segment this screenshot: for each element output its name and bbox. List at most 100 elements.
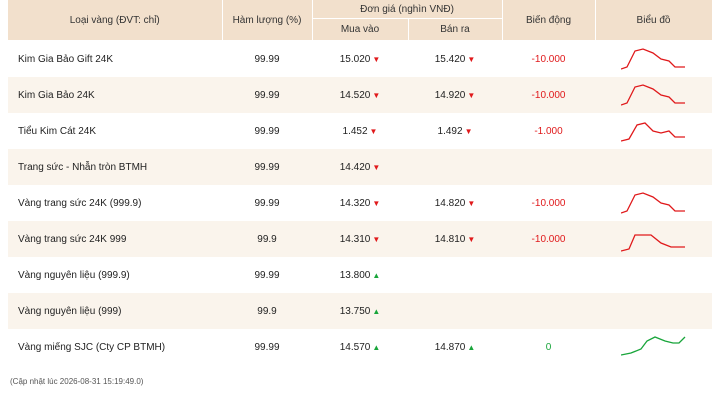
- header-purity: Hàm lượng (%): [222, 0, 313, 41]
- gold-type-label: Kim Gia Bảo Gift 24K: [18, 53, 114, 65]
- change-cell: -10.000: [502, 77, 596, 113]
- buy-price-cell: 15.020 ▼: [312, 40, 408, 77]
- sell-price-cell: 14.920 ▼: [408, 77, 503, 113]
- gold-type-cell: Vàng trang sức 24K (999.9): [8, 185, 222, 221]
- purity-value: 99.99: [254, 341, 280, 353]
- change-value: -10.000: [531, 53, 566, 65]
- purity-value: 99.9: [257, 305, 277, 317]
- arrow-down-icon: ▼: [467, 54, 476, 64]
- arrow-up-icon: ▲: [372, 306, 381, 316]
- sparkline-cell: [595, 257, 713, 293]
- purity-cell: 99.9: [222, 221, 312, 257]
- purity-value: 99.99: [254, 161, 280, 173]
- trend-line: [620, 336, 685, 356]
- trend-line: [620, 122, 685, 142]
- change-cell: -10.000: [502, 185, 596, 221]
- table-row: Vàng miếng SJC (Cty CP BTMH) 99.99 14.570 ▲…: [8, 329, 713, 365]
- last-updated: (Cập nhật lúc 2026-08-31 15:19:49.0): [10, 377, 144, 386]
- gold-type-label: Vàng nguyên liệu (999.9): [18, 269, 130, 281]
- arrow-down-icon: ▼: [467, 234, 476, 244]
- trend-line: [620, 234, 685, 252]
- header-gold-type: Loại vàng (ĐVT: chỉ): [8, 0, 223, 41]
- gold-type-cell: Vàng nguyên liệu (999): [8, 293, 222, 329]
- arrow-down-icon: ▼: [467, 198, 476, 208]
- table-row: Vàng trang sức 24K (999.9) 99.99 14.320 ▼ 14…: [8, 185, 713, 221]
- gold-type-label: Vàng miếng SJC (Cty CP BTMH): [18, 341, 166, 353]
- purity-cell: 99.99: [222, 149, 312, 185]
- gold-price-panel: Loại vàng (ĐVT: chỉ) Hàm lượng (%) Đơn g…: [8, 0, 713, 386]
- purity-cell: 99.99: [222, 257, 312, 293]
- purity-cell: 99.9: [222, 293, 312, 329]
- gold-type-label: Tiểu Kim Cát 24K: [18, 125, 96, 137]
- buy-price: 14.310: [339, 233, 371, 245]
- arrow-up-icon: ▲: [372, 270, 381, 280]
- sell-price-cell: 14.810 ▼: [408, 221, 503, 257]
- gold-type-cell: Vàng nguyên liệu (999.9): [8, 257, 222, 293]
- sell-price-cell: [408, 257, 503, 293]
- buy-price-cell: 14.310 ▼: [312, 221, 408, 257]
- purity-value: 99.9: [257, 233, 277, 245]
- purity-cell: 99.99: [222, 77, 312, 113]
- buy-price: 14.520: [339, 89, 371, 101]
- gold-type-cell: Kim Gia Bảo 24K: [8, 77, 222, 113]
- change-cell: -10.000: [502, 40, 596, 77]
- arrow-down-icon: ▼: [372, 90, 381, 100]
- gold-type-label: Trang sức - Nhẫn tròn BTMH: [18, 161, 148, 173]
- table-row: Tiểu Kim Cát 24K 99.99 1.452 ▼ 1.492 ▼ -1.000: [8, 113, 713, 149]
- table-row: Vàng nguyên liệu (999.9) 99.99 13.800 ▲: [8, 257, 713, 293]
- sparkline-cell: [595, 40, 713, 77]
- trend-sparkline: [620, 84, 685, 106]
- buy-price-cell: 14.570 ▲: [312, 329, 408, 365]
- purity-cell: 99.99: [222, 329, 312, 365]
- gold-type-label: Kim Gia Bảo 24K: [18, 89, 95, 101]
- trend-sparkline: [620, 122, 685, 142]
- buy-price: 13.750: [339, 305, 371, 317]
- change-value: -1.000: [534, 125, 563, 137]
- purity-cell: 99.99: [222, 185, 312, 221]
- sparkline-cell: [595, 293, 713, 329]
- sparkline-cell: [595, 221, 713, 257]
- purity-value: 99.99: [254, 269, 280, 281]
- purity-value: 99.99: [254, 89, 280, 101]
- trend-line: [620, 48, 685, 70]
- header-unit-price: Đơn giá (nghìn VNĐ): [312, 0, 503, 19]
- buy-price: 15.020: [339, 53, 371, 65]
- header-chart: Biểu đồ: [595, 0, 713, 41]
- arrow-up-icon: ▲: [372, 342, 381, 352]
- change-cell: [502, 149, 596, 185]
- change-cell: [502, 293, 596, 329]
- purity-value: 99.99: [254, 197, 280, 209]
- gold-type-cell: Vàng trang sức 24K 999: [8, 221, 222, 257]
- price-rows: Kim Gia Bảo Gift 24K 99.99 15.020 ▼ 15.420 ▼ -…: [8, 40, 713, 365]
- arrow-down-icon: ▼: [369, 126, 378, 136]
- sparkline-cell: [595, 329, 713, 365]
- gold-type-label: Vàng nguyên liệu (999): [18, 305, 122, 317]
- table-row: Vàng nguyên liệu (999) 99.9 13.750 ▲: [8, 293, 713, 329]
- purity-value: 99.99: [254, 53, 280, 65]
- header-change: Biến động: [502, 0, 596, 41]
- change-value: -10.000: [531, 197, 566, 209]
- arrow-down-icon: ▼: [372, 234, 381, 244]
- change-cell: 0: [502, 329, 596, 365]
- arrow-up-icon: ▲: [467, 342, 476, 352]
- change-cell: -1.000: [502, 113, 596, 149]
- sell-price: 14.920: [434, 89, 466, 101]
- sell-price: 14.820: [434, 197, 466, 209]
- buy-price-cell: 14.320 ▼: [312, 185, 408, 221]
- sell-price-cell: 14.870 ▲: [408, 329, 503, 365]
- sell-price: 14.870: [434, 341, 466, 353]
- header-buy: Mua vào: [312, 18, 409, 41]
- change-value: -10.000: [531, 233, 566, 245]
- gold-type-label: Vàng trang sức 24K 999: [18, 233, 127, 245]
- trend-line: [620, 192, 685, 214]
- purity-value: 99.99: [254, 125, 280, 137]
- trend-sparkline: [620, 234, 685, 252]
- sell-price: 14.810: [434, 233, 466, 245]
- buy-price-cell: 13.750 ▲: [312, 293, 408, 329]
- sell-price: 1.492: [437, 125, 463, 137]
- change-cell: [502, 257, 596, 293]
- table-row: Trang sức - Nhẫn tròn BTMH 99.99 14.420 ▼: [8, 149, 713, 185]
- arrow-down-icon: ▼: [372, 162, 381, 172]
- trend-line: [620, 84, 685, 106]
- header-sell: Bán ra: [408, 18, 503, 41]
